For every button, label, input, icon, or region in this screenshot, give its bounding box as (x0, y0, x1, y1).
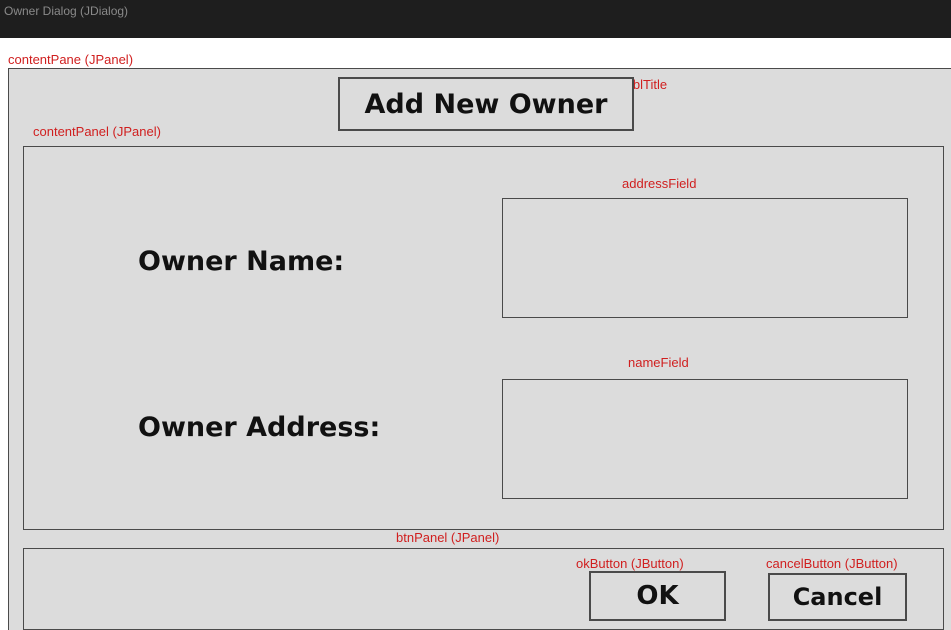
page-title: Add New Owner (338, 77, 634, 131)
owner-name-label: Owner Name: (138, 246, 345, 277)
name-field-annotation: nameField (628, 355, 689, 370)
address-field-annotation: addressField (622, 176, 697, 191)
ok-button-annotation: okButton (JButton) (576, 556, 684, 571)
name-field[interactable] (502, 379, 908, 499)
cancel-button[interactable]: Cancel (768, 573, 907, 621)
cancel-button-annotation: cancelButton (JButton) (766, 556, 898, 571)
window-title: Owner Dialog (JDialog) (4, 4, 129, 18)
owner-address-label: Owner Address: (138, 412, 381, 443)
ok-button[interactable]: OK (589, 571, 726, 621)
content-panel-annotation: contentPanel (JPanel) (33, 124, 161, 139)
title-label-annotation: lblTitle (630, 77, 668, 92)
address-field[interactable] (502, 198, 908, 318)
content-pane-annotation: contentPane (JPanel) (8, 52, 134, 67)
window-titlebar: Owner Dialog (JDialog) (0, 0, 951, 38)
btn-panel-annotation: btnPanel (JPanel) (396, 530, 500, 545)
